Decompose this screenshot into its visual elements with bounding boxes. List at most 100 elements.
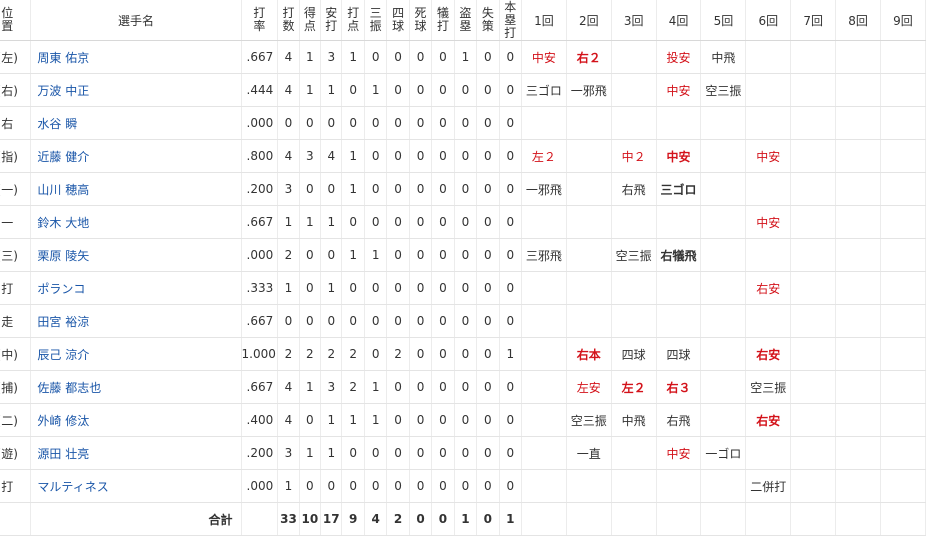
- position-cell: (捕): [0, 370, 32, 404]
- stat-cell: 0: [409, 238, 433, 272]
- header-avg: 打率: [241, 0, 279, 41]
- stat-cell: 1: [320, 436, 343, 470]
- inning-result-cell: [790, 106, 837, 140]
- avg-cell: .667: [241, 304, 279, 338]
- stat-cell: 0: [409, 106, 433, 140]
- player-name-link[interactable]: 水谷 瞬: [30, 106, 242, 140]
- stat-cell: 0: [454, 106, 478, 140]
- header-position: 位置: [0, 0, 32, 41]
- inning-result-cell: 中飛: [611, 403, 657, 437]
- stat-cell: 0: [431, 205, 455, 239]
- inning-result-cell: [566, 271, 612, 305]
- avg-cell: .000: [241, 469, 279, 503]
- stat-cell: 1: [499, 337, 522, 371]
- stat-cell: 1: [299, 436, 322, 470]
- player-name-link[interactable]: 周東 佑京: [30, 40, 242, 74]
- inning-result-cell: [790, 469, 837, 503]
- stat-cell: 0: [341, 271, 365, 305]
- table-row: (遊)源田 壮亮.20031100000000一直中安一ゴロ: [0, 436, 926, 470]
- inning-result-cell: 中飛: [700, 40, 747, 74]
- inning-result-cell: [880, 436, 926, 470]
- stat-cell: 1: [299, 73, 322, 107]
- header-stat-8: 盗塁: [454, 0, 478, 41]
- player-name-link[interactable]: 佐藤 都志也: [30, 370, 242, 404]
- stat-cell: 4: [277, 139, 300, 173]
- stat-cell: 0: [299, 469, 322, 503]
- inning-result-cell: 投安: [656, 40, 702, 74]
- stat-cell: 0: [454, 304, 478, 338]
- table-row: (左)周東 佑京.66741310000100中安右２投安中飛: [0, 40, 926, 74]
- stat-cell: 0: [386, 238, 410, 272]
- header-inning-4: 4回: [656, 0, 702, 41]
- position-cell: (右): [0, 73, 32, 107]
- total-inning-blank: [566, 502, 612, 536]
- stat-cell: 0: [454, 436, 478, 470]
- position-cell: (遊): [0, 436, 32, 470]
- player-name-link[interactable]: 山川 穂高: [30, 172, 242, 206]
- stat-cell: 0: [386, 172, 410, 206]
- stat-cell: 0: [277, 106, 300, 140]
- inning-result-cell: [656, 106, 702, 140]
- stat-cell: 1: [364, 73, 388, 107]
- player-name-link[interactable]: 万波 中正: [30, 73, 242, 107]
- header-player: 選手名: [30, 0, 242, 41]
- player-name-link[interactable]: 辰己 涼介: [30, 337, 242, 371]
- inning-result-cell: [835, 40, 881, 74]
- position-cell: (三): [0, 238, 32, 272]
- inning-result-cell: [835, 139, 881, 173]
- total-stat-cell: 10: [299, 502, 322, 536]
- stat-cell: 0: [409, 436, 433, 470]
- player-name-link[interactable]: 田宮 裕涼: [30, 304, 242, 338]
- stat-cell: 0: [299, 271, 322, 305]
- stat-cell: 1: [341, 172, 365, 206]
- total-inning-blank: [521, 502, 567, 536]
- inning-result-cell: [835, 238, 881, 272]
- inning-result-cell: [880, 106, 926, 140]
- player-name-link[interactable]: マルティネス: [30, 469, 242, 503]
- stat-cell: 0: [341, 436, 365, 470]
- stat-cell: 0: [431, 73, 455, 107]
- stat-cell: 2: [386, 337, 410, 371]
- stat-cell: 0: [386, 469, 410, 503]
- header-inning-5: 5回: [700, 0, 747, 41]
- inning-result-cell: 右本: [566, 337, 612, 371]
- total-inning-blank: [700, 502, 747, 536]
- stat-cell: 1: [364, 370, 388, 404]
- stat-cell: 0: [499, 403, 522, 437]
- player-name-link[interactable]: 鈴木 大地: [30, 205, 242, 239]
- inning-result-cell: [745, 172, 792, 206]
- player-name-link[interactable]: 栗原 陵矢: [30, 238, 242, 272]
- inning-result-cell: 中安: [745, 205, 792, 239]
- avg-cell: .800: [241, 139, 279, 173]
- table-row: 右水谷 瞬 .000 0 0 0 0 0 0 0 0 0 0 0: [0, 106, 926, 140]
- header-inning-9: 9回: [880, 0, 926, 41]
- stat-cell: 0: [364, 205, 388, 239]
- avg-cell: .400: [241, 403, 279, 437]
- stat-cell: 1: [320, 271, 343, 305]
- inning-result-cell: 右３: [656, 370, 702, 404]
- stat-cell: 2: [341, 337, 365, 371]
- stat-cell: 0: [431, 469, 455, 503]
- stat-cell: 0: [320, 469, 343, 503]
- avg-cell: .200: [241, 436, 279, 470]
- inning-result-cell: [566, 238, 612, 272]
- stat-cell: 1: [320, 73, 343, 107]
- total-avg-blank: [241, 502, 279, 536]
- inning-result-cell: [745, 304, 792, 338]
- player-name-link[interactable]: 近藤 健介: [30, 139, 242, 173]
- stat-cell: 2: [277, 238, 300, 272]
- stat-cell: 0: [454, 205, 478, 239]
- player-name-link[interactable]: 源田 壮亮: [30, 436, 242, 470]
- inning-result-cell: 三ゴロ: [656, 172, 702, 206]
- stat-cell: 0: [499, 238, 522, 272]
- inning-result-cell: [566, 304, 612, 338]
- inning-result-cell: [700, 304, 747, 338]
- inning-result-cell: [790, 304, 837, 338]
- header-inning-7: 7回: [790, 0, 837, 41]
- table-row: 走田宮 裕涼 .667 0 0 0 0 0 0 0 0 0 0 0: [0, 304, 926, 338]
- player-name-link[interactable]: 外崎 修汰: [30, 403, 242, 437]
- player-name-link[interactable]: ポランコ: [30, 271, 242, 305]
- total-stat-cell: 4: [364, 502, 388, 536]
- stat-cell: 0: [299, 403, 322, 437]
- stat-cell: 0: [386, 436, 410, 470]
